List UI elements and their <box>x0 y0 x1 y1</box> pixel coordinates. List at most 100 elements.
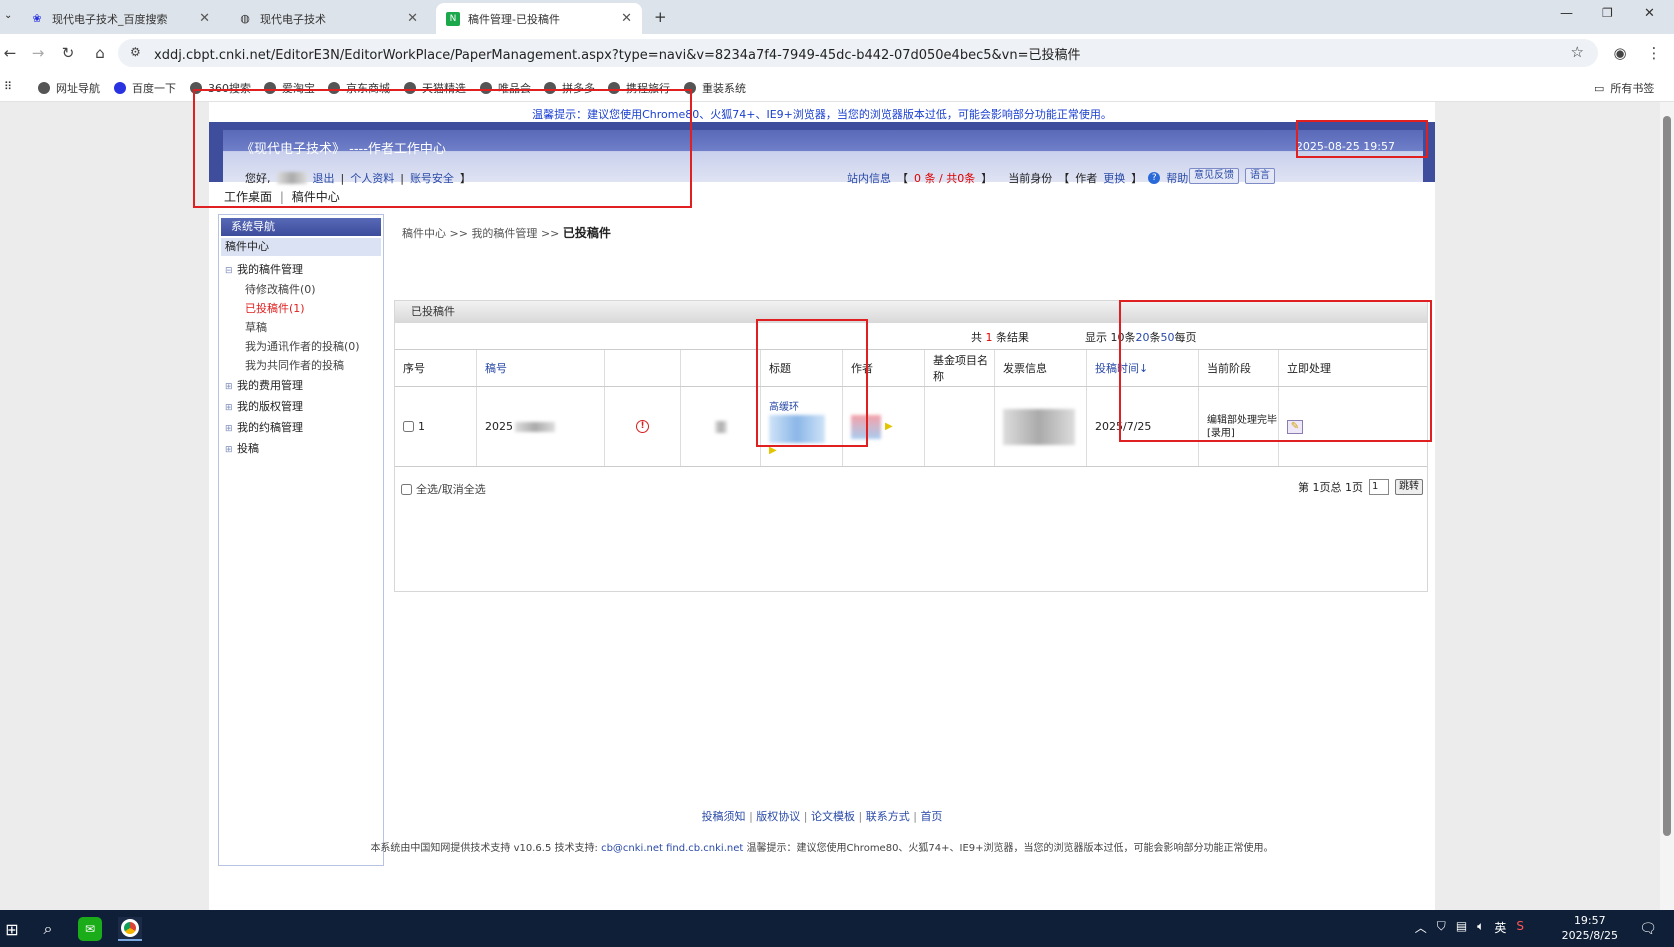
bookmark-label: 百度一下 <box>132 82 176 95</box>
collapse-icon: ⊟ <box>225 266 233 276</box>
volume-icon[interactable]: 🔈︎ <box>1477 919 1484 936</box>
footer-link[interactable]: 论文模板 <box>811 810 855 823</box>
wechat-icon[interactable]: ✉ <box>78 917 102 941</box>
language-button[interactable]: 语言 <box>1245 168 1275 184</box>
select-all-label[interactable]: 全选/取消全选 <box>416 481 486 497</box>
bookmark-item[interactable]: 重装系统 <box>684 80 746 96</box>
page-number-input[interactable]: 1 <box>1369 479 1389 495</box>
url-field[interactable]: ⚙ xddj.cbpt.cnki.net/EditorE3N/EditorWor… <box>118 39 1598 67</box>
sidebar-item-drafts[interactable]: 草稿 <box>245 319 267 335</box>
jump-button[interactable]: 跳转 <box>1395 479 1423 495</box>
site-message-stats: 站内信息 【 0 条 / 共0条 】 当前身份 【 作者 更换 】 ? 帮助 <box>847 170 1188 186</box>
sidebar-group-invited[interactable]: ⊞ 我的约稿管理 <box>225 419 303 435</box>
sidebar-item-corresponding[interactable]: 我为通讯作者的投稿(0) <box>245 338 360 354</box>
result-post: 条结果 <box>996 331 1029 344</box>
crumb-my-manuscripts[interactable]: 我的稿件管理 <box>471 227 537 240</box>
back-icon[interactable]: ← <box>0 43 20 63</box>
search-icon[interactable]: ⌕ <box>36 917 60 941</box>
sidebar-item-center[interactable]: 稿件中心 <box>221 238 381 256</box>
scrollbar[interactable] <box>1660 102 1674 910</box>
forward-icon[interactable]: → <box>28 43 48 63</box>
start-icon[interactable]: ⊞ <box>0 917 24 941</box>
manuscript-number: 2025 <box>485 420 513 433</box>
shield-icon[interactable]: ⛉ <box>1437 919 1446 936</box>
tab-baidu[interactable]: ❀ 现代电子技术_百度搜索 ✕ <box>20 3 220 34</box>
all-bookmarks[interactable]: ▭ 所有书签 <box>1594 80 1654 96</box>
row-index: 1 <box>418 420 425 433</box>
bookmark-star-icon[interactable]: ☆ <box>1571 43 1584 61</box>
help-link[interactable]: 帮助 <box>1166 170 1188 186</box>
sidebar-item-submitted[interactable]: 已投稿件(1) <box>245 300 305 316</box>
pager: 第 1页总 1页 1 跳转 <box>1298 479 1423 495</box>
col-number[interactable]: 稿号 <box>477 350 605 386</box>
support-email-link[interactable]: cb@cnki.net <box>601 843 663 854</box>
crumb-sep: >> <box>540 227 560 240</box>
menu-icon[interactable]: ⋮ <box>1644 43 1664 63</box>
row-checkbox[interactable] <box>403 421 414 432</box>
ime-indicator[interactable]: 英 <box>1494 919 1506 936</box>
apps-icon[interactable]: ⠿ <box>4 80 12 93</box>
sidebar-group-fees[interactable]: ⊞ 我的费用管理 <box>225 377 303 393</box>
browser-tab-strip: ⌄ ❀ 现代电子技术_百度搜索 ✕ ◍ 现代电子技术 ✕ N 稿件管理-已投稿件… <box>0 0 1674 34</box>
bookmark-item[interactable]: 网址导航 <box>38 80 100 96</box>
reload-icon[interactable]: ↻ <box>58 43 78 63</box>
network-icon[interactable]: ▤ <box>1456 919 1467 936</box>
close-icon[interactable]: ✕ <box>407 11 418 26</box>
footer-link[interactable]: 投稿须知 <box>702 810 746 823</box>
tab-label: 现代电子技术 <box>260 12 326 26</box>
site-settings-icon[interactable]: ⚙ <box>130 45 141 59</box>
message-count: 0 条 / 共0条 <box>914 172 976 185</box>
help-icon[interactable]: ? <box>1148 172 1161 184</box>
notification-icon[interactable]: 🗨︎ <box>1636 917 1660 941</box>
footer-link[interactable]: 首页 <box>920 810 942 823</box>
cell-alert: ! <box>605 387 681 466</box>
sidebar-group-copyright[interactable]: ⊞ 我的版权管理 <box>225 398 303 414</box>
bookmark-item[interactable]: 百度一下 <box>114 80 176 96</box>
pager-text: 第 1页总 1页 <box>1298 481 1363 494</box>
close-icon[interactable]: ✕ <box>621 11 632 26</box>
document-icon[interactable] <box>714 420 727 433</box>
sidebar-group-submit[interactable]: ⊞ 投稿 <box>225 440 259 456</box>
alert-icon[interactable]: ! <box>636 420 649 433</box>
cell-number: 2025 <box>477 387 605 466</box>
tray-chevron-icon[interactable]: ︿ <box>1415 919 1427 936</box>
clock[interactable]: 19:57 2025/8/25 <box>1562 913 1618 943</box>
footer-note: 本系统由中国知网提供技术支持 v10.6.5 技术支持: cb@cnki.net… <box>209 839 1435 854</box>
annotation-box <box>193 89 692 208</box>
identity-value: 作者 <box>1075 172 1098 185</box>
close-icon[interactable]: ✕ <box>199 11 210 26</box>
chrome-icon[interactable] <box>118 917 142 941</box>
profile-icon[interactable]: ◉ <box>1610 43 1630 63</box>
url-text: xddj.cbpt.cnki.net/EditorE3N/EditorWorkP… <box>154 47 1081 63</box>
restore-icon[interactable]: ❐ <box>1602 6 1613 20</box>
tab-manuscripts[interactable]: N 稿件管理-已投稿件 ✕ <box>436 3 642 34</box>
identity-label: 当前身份 <box>1008 172 1053 185</box>
scrollbar-thumb[interactable] <box>1663 116 1671 836</box>
baidu-paw-icon: ❀ <box>32 12 42 25</box>
tab-journal[interactable]: ◍ 现代电子技术 ✕ <box>228 3 428 34</box>
sidebar-group-manuscripts[interactable]: ⊟ 我的稿件管理 <box>225 261 303 277</box>
tab-search-icon[interactable]: ⌄ <box>4 10 12 21</box>
new-tab-icon[interactable]: + <box>654 8 667 26</box>
sidebar-item-to-revise[interactable]: 待修改稿件(0) <box>245 281 316 297</box>
sidebar-item-coauthor[interactable]: 我为共同作者的投稿 <box>245 357 344 373</box>
sogou-icon[interactable]: S <box>1516 919 1524 936</box>
home-icon[interactable]: ⌂ <box>90 43 110 63</box>
crumb-center[interactable]: 稿件中心 <box>402 227 446 240</box>
group-label: 投稿 <box>237 442 259 455</box>
globe-icon: ◍ <box>240 12 250 25</box>
cell-invoice <box>995 387 1087 466</box>
site-message-link[interactable]: 站内信息 <box>847 170 891 186</box>
expand-icon: ⊞ <box>225 382 233 392</box>
window-close-icon[interactable]: ✕ <box>1644 6 1655 21</box>
select-all-checkbox[interactable] <box>401 483 412 495</box>
expand-icon: ⊞ <box>225 424 233 434</box>
switch-identity-link[interactable]: 更换 <box>1103 170 1125 186</box>
footer-link[interactable]: 联系方式 <box>866 810 910 823</box>
minimize-icon[interactable]: — <box>1560 6 1573 21</box>
breadcrumb: 稿件中心 >> 我的稿件管理 >> 已投稿件 <box>402 224 611 241</box>
bracket: 】 <box>1131 172 1143 185</box>
footer-link[interactable]: 版权协议 <box>756 810 800 823</box>
feedback-button[interactable]: 意见反馈 <box>1189 168 1239 184</box>
find-link[interactable]: find.cb.cnki.net <box>666 843 743 854</box>
